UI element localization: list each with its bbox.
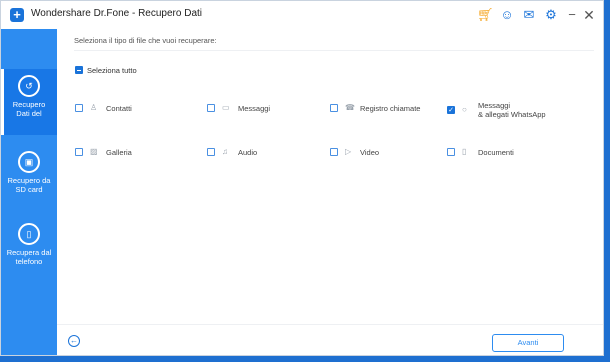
- app-logo-icon: +: [10, 8, 24, 22]
- select-all-checkbox[interactable]: [75, 66, 83, 74]
- video-label: Video: [360, 148, 380, 157]
- audio-label: Audio: [238, 148, 258, 157]
- window-title: Wondershare Dr.Fone - Recupero Dati: [31, 8, 203, 19]
- sidebar-item-telefono[interactable]: ▯ Recupera dal telefono: [1, 219, 57, 279]
- contact-icon: ♙: [90, 103, 98, 112]
- back-arrow-icon[interactable]: ←: [68, 335, 80, 347]
- document-icon: ▯: [462, 147, 467, 156]
- settings-icon[interactable]: ⚙: [543, 7, 559, 23]
- registro-chiamate-label: Registro chiamate: [360, 104, 421, 113]
- user-icon[interactable]: ☺: [499, 7, 515, 23]
- select-all-label: Seleziona tutto: [87, 66, 137, 75]
- documenti-checkbox[interactable]: [447, 148, 455, 156]
- sidebar: ↺ Recupero Dati del ▣ Recupero da SD car…: [1, 29, 57, 355]
- sidebar-item-recupero-dati[interactable]: ↺ Recupero Dati del: [1, 69, 57, 135]
- minimize-icon[interactable]: −: [564, 7, 580, 23]
- app-window: + Wondershare Dr.Fone - Recupero Dati 🛒︎…: [0, 0, 604, 356]
- video-icon: ▷: [345, 147, 352, 156]
- video-checkbox[interactable]: [330, 148, 338, 156]
- audio-checkbox[interactable]: [207, 148, 215, 156]
- whatsapp-icon: ○: [462, 105, 467, 114]
- registro-chiamate-checkbox[interactable]: [330, 104, 338, 112]
- gallery-icon: ▨: [90, 147, 98, 156]
- documenti-label: Documenti: [478, 148, 514, 157]
- contatti-label: Contatti: [106, 104, 132, 113]
- close-icon[interactable]: ✕: [581, 7, 597, 23]
- contatti-checkbox[interactable]: [75, 104, 83, 112]
- sidebar-item-label: Recupera dal: [6, 248, 52, 257]
- phone-icon: ▯: [18, 223, 40, 245]
- cart-icon[interactable]: 🛒︎: [477, 7, 494, 23]
- audio-icon: ♫: [222, 147, 228, 156]
- sidebar-item-label: SD card: [15, 185, 43, 194]
- whatsapp-label: Messaggi & allegati WhatsApp: [478, 101, 546, 119]
- sidebar-item-label: Dati del: [16, 109, 42, 118]
- footer-divider: [57, 324, 603, 325]
- whatsapp-checkbox[interactable]: ✓: [447, 106, 455, 114]
- feedback-icon[interactable]: ✉: [521, 7, 537, 23]
- sidebar-item-label: Recupero: [12, 100, 46, 109]
- messaggi-label: Messaggi: [238, 104, 271, 113]
- call-log-icon: ☎: [345, 103, 355, 112]
- prompt-text: Seleziona il tipo di file che vuoi recup…: [74, 36, 217, 45]
- main-content: Seleziona il tipo di file che vuoi recup…: [57, 29, 603, 355]
- messaggi-checkbox[interactable]: [207, 104, 215, 112]
- divider: [74, 50, 594, 51]
- sidebar-item-label: telefono: [15, 257, 43, 266]
- sidebar-item-label: Recupero da: [7, 176, 51, 185]
- active-indicator: [1, 69, 4, 135]
- next-button[interactable]: Avanti: [492, 334, 564, 352]
- galleria-label: Galleria: [106, 148, 132, 157]
- sidebar-item-sd-card[interactable]: ▣ Recupero da SD card: [1, 147, 57, 207]
- whatsapp-label-line1: Messaggi: [478, 101, 511, 110]
- phone-recover-icon: ↺: [18, 75, 40, 97]
- message-icon: ▭: [222, 103, 230, 112]
- galleria-checkbox[interactable]: [75, 148, 83, 156]
- whatsapp-label-line2: & allegati WhatsApp: [478, 110, 546, 119]
- title-bar: + Wondershare Dr.Fone - Recupero Dati 🛒︎…: [1, 1, 603, 30]
- sdcard-icon: ▣: [18, 151, 40, 173]
